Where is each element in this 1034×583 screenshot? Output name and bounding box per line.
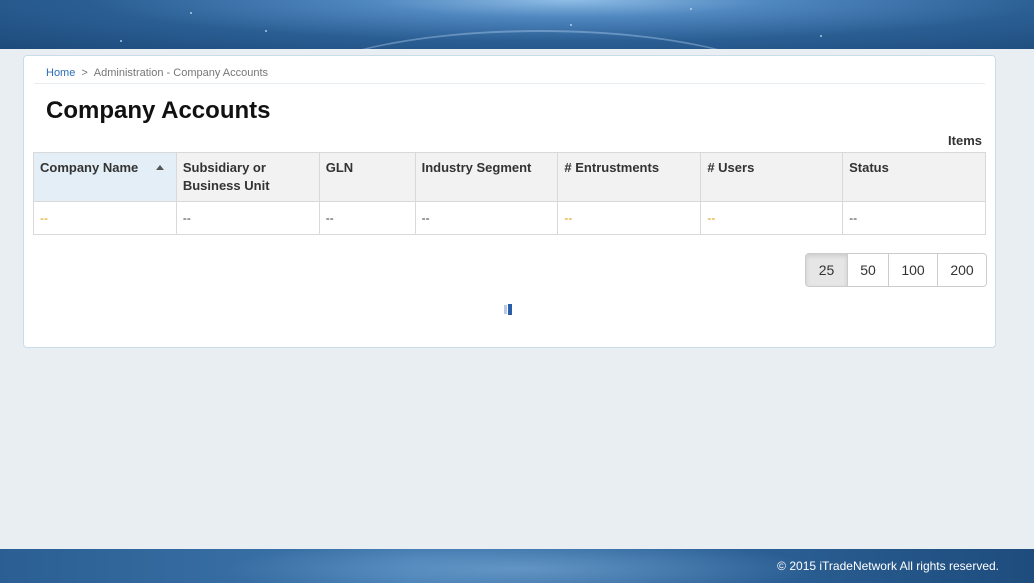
page-size-100-button[interactable]: 100	[888, 254, 937, 286]
loading-spinner-icon	[504, 304, 512, 315]
column-header-status[interactable]: Status	[842, 152, 986, 202]
page-size-selector: 25 50 100 200	[805, 253, 987, 287]
page-size-25-button[interactable]: 25	[806, 254, 847, 286]
cell-industry-segment: --	[414, 201, 559, 235]
column-header-company-name[interactable]: Company Name	[33, 152, 177, 202]
page-title: Company Accounts	[46, 97, 271, 124]
page-size-50-button[interactable]: 50	[847, 254, 888, 286]
column-header-industry-segment[interactable]: Industry Segment	[414, 152, 559, 202]
cell-subsidiary: --	[175, 201, 320, 235]
column-header-users[interactable]: # Users	[700, 152, 844, 202]
breadcrumb-separator: >	[81, 67, 88, 79]
page-size-200-button[interactable]: 200	[937, 254, 986, 286]
cell-entrustments[interactable]: --	[557, 201, 702, 235]
footer: © 2015 iTradeNetwork All rights reserved…	[0, 549, 1034, 583]
content-panel: Home > Administration - Company Accounts…	[23, 55, 996, 348]
breadcrumb-current: Administration - Company Accounts	[93, 67, 269, 79]
table-header-row: Company Name Subsidiary or Business Unit…	[33, 152, 986, 202]
breadcrumb: Home > Administration - Company Accounts	[46, 67, 268, 79]
cell-gln: --	[318, 201, 416, 235]
table-row: -- -- -- -- -- -- --	[33, 201, 986, 235]
copyright-text: © 2015 iTradeNetwork All rights reserved…	[777, 559, 999, 573]
column-header-gln[interactable]: GLN	[318, 152, 416, 202]
banner-globe-arc	[280, 30, 800, 49]
cell-status: --	[842, 201, 986, 235]
sort-ascending-icon	[155, 165, 164, 170]
items-label: Items	[948, 133, 982, 148]
breadcrumb-divider	[34, 83, 985, 84]
column-header-entrustments[interactable]: # Entrustments	[557, 152, 702, 202]
header-banner	[0, 0, 1034, 49]
column-header-subsidiary[interactable]: Subsidiary or Business Unit	[175, 152, 320, 202]
breadcrumb-home-link[interactable]: Home	[46, 67, 75, 79]
cell-users[interactable]: --	[700, 201, 844, 235]
cell-company-name[interactable]: --	[33, 201, 177, 235]
company-accounts-table: Company Name Subsidiary or Business Unit…	[33, 152, 986, 235]
